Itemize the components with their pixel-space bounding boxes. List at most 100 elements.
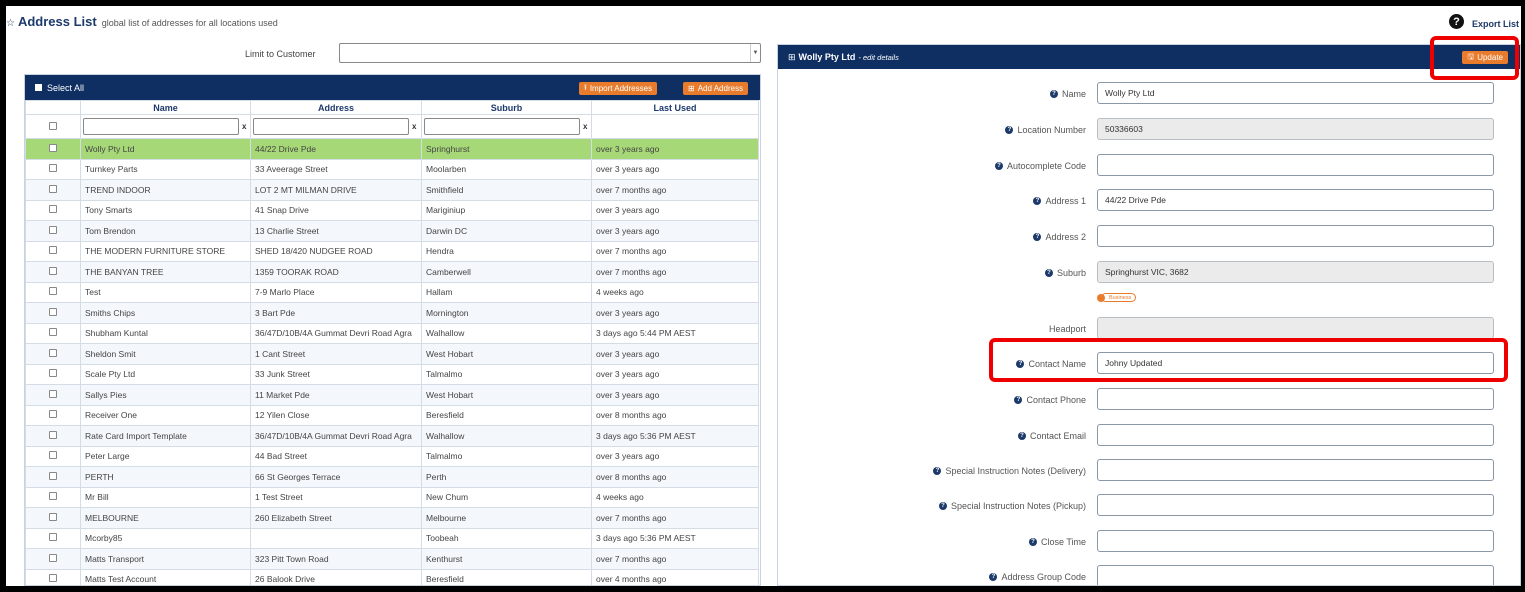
table-row[interactable]: THE MODERN FURNITURE STORE SHED 18/420 NU… — [25, 240, 759, 262]
contact-phone-input[interactable] — [1097, 388, 1494, 410]
special-instruction-notes-pickup-input[interactable] — [1097, 494, 1494, 516]
cell-address[interactable]: 13 Charlie Street — [250, 220, 422, 242]
help-icon[interactable]: ? — [1044, 269, 1053, 277]
cell-address[interactable] — [250, 527, 422, 549]
cell-address[interactable]: 7-9 Marlo Place — [250, 281, 422, 303]
help-icon[interactable]: ? — [1016, 360, 1025, 368]
help-icon[interactable]: ? — [989, 573, 998, 581]
row-checkbox[interactable] — [49, 389, 57, 398]
clear-name-filter-icon[interactable]: x — [242, 122, 246, 131]
row-checkbox[interactable] — [49, 143, 57, 152]
special-instruction-notes-delivery-input[interactable] — [1097, 459, 1494, 481]
cell-last-used[interactable]: 3 days ago 5:44 PM AEST — [591, 322, 759, 344]
cell-last-used[interactable]: over 7 months ago — [591, 240, 759, 262]
table-row[interactable]: THE BANYAN TREE 1359 TOORAK ROAD Camberwel… — [25, 261, 759, 283]
autocomplete-code-input[interactable] — [1097, 154, 1494, 176]
table-row[interactable]: Tony Smarts 41 Snap Drive Mariginiup over 3… — [25, 199, 759, 221]
table-row[interactable]: TREND INDOOR LOT 2 MT MILMAN DRIVE Smithfi… — [25, 179, 759, 201]
cell-name[interactable]: Shubham Kuntal — [80, 322, 251, 344]
row-checkbox[interactable] — [49, 533, 57, 542]
address-2-input[interactable] — [1097, 225, 1494, 247]
cell-suburb[interactable]: Darwin DC — [421, 220, 592, 242]
row-checkbox[interactable] — [49, 553, 57, 562]
cell-address[interactable]: 33 Aveerage Street — [250, 158, 422, 180]
cell-suburb[interactable]: Walhallow — [421, 322, 592, 344]
row-checkbox[interactable] — [49, 328, 57, 337]
table-row[interactable]: Mcorby85 Toobeah 3 days ago 5:36 PM AEST — [25, 527, 759, 549]
help-icon[interactable]: ? — [933, 467, 942, 475]
cell-name[interactable]: Scale Pty Ltd — [80, 363, 251, 385]
cell-last-used[interactable]: over 7 months ago — [591, 507, 759, 529]
contact-name-input[interactable]: Johny Updated — [1097, 352, 1494, 374]
cell-last-used[interactable]: 4 weeks ago — [591, 281, 759, 303]
help-icon[interactable]: ? — [938, 502, 947, 510]
help-icon[interactable]: ? — [1033, 197, 1042, 205]
column-header-address[interactable]: Address — [250, 100, 422, 115]
help-icon[interactable]: ? — [1014, 396, 1023, 404]
cell-suburb[interactable]: Walhallow — [421, 425, 592, 447]
cell-address[interactable]: SHED 18/420 NUDGEE ROAD — [250, 240, 422, 262]
cell-name[interactable]: MELBOURNE — [80, 507, 251, 529]
table-row[interactable]: Turnkey Parts 33 Aveerage Street Moolarben… — [25, 158, 759, 180]
cell-name[interactable]: Mr Bill — [80, 486, 251, 508]
cell-name[interactable]: THE BANYAN TREE — [80, 261, 251, 283]
cell-suburb[interactable]: Perth — [421, 466, 592, 488]
cell-name[interactable]: Turnkey Parts — [80, 158, 251, 180]
contact-email-input[interactable] — [1097, 424, 1494, 446]
table-row[interactable]: Peter Large 44 Bad Street Talmalmo over 3 y… — [25, 445, 759, 467]
row-checkbox[interactable] — [49, 307, 57, 316]
cell-name[interactable]: Matts Test Account — [80, 568, 251, 585]
export-list-label[interactable]: Export List — [1472, 19, 1519, 29]
help-icon[interactable]: ? — [1033, 233, 1042, 241]
cell-address[interactable]: 1 Cant Street — [250, 343, 422, 365]
cell-last-used[interactable]: over 8 months ago — [591, 404, 759, 426]
cell-address[interactable]: 36/47D/10B/4A Gummat Devri Road Agra — [250, 322, 422, 344]
cell-suburb[interactable]: Mornington — [421, 302, 592, 324]
name-input[interactable]: Wolly Pty Ltd — [1097, 82, 1494, 104]
column-header-suburb[interactable]: Suburb — [421, 100, 592, 115]
cell-last-used[interactable]: over 3 years ago — [591, 302, 759, 324]
table-row[interactable]: MELBOURNE 260 Elizabeth Street Melbourne ov… — [25, 507, 759, 529]
cell-suburb[interactable]: Camberwell — [421, 261, 592, 283]
cell-address[interactable]: 260 Elizabeth Street — [250, 507, 422, 529]
cell-last-used[interactable]: 4 weeks ago — [591, 486, 759, 508]
row-checkbox[interactable] — [49, 410, 57, 419]
select-all-label[interactable]: Select All — [47, 83, 84, 93]
help-icon[interactable]: ? — [994, 162, 1003, 170]
cell-last-used[interactable]: over 3 years ago — [591, 158, 759, 180]
cell-last-used[interactable]: over 7 months ago — [591, 548, 759, 570]
row-checkbox[interactable] — [49, 287, 57, 296]
help-icon[interactable]: ? — [1028, 538, 1037, 546]
cell-suburb[interactable]: Kenthurst — [421, 548, 592, 570]
help-icon[interactable]: ? — [1448, 14, 1464, 29]
cell-last-used[interactable]: over 7 months ago — [591, 261, 759, 283]
cell-name[interactable]: TREND INDOOR — [80, 179, 251, 201]
cell-name[interactable]: PERTH — [80, 466, 251, 488]
cell-suburb[interactable]: Hallam — [421, 281, 592, 303]
table-row[interactable]: Test 7-9 Marlo Place Hallam 4 weeks ago — [25, 281, 759, 303]
cell-last-used[interactable]: over 4 months ago — [591, 568, 759, 585]
cell-address[interactable]: 44/22 Drive Pde — [250, 138, 422, 160]
cell-address[interactable]: 3 Bart Pde — [250, 302, 422, 324]
row-checkbox[interactable] — [49, 471, 57, 480]
cell-name[interactable]: Tony Smarts — [80, 199, 251, 221]
table-row[interactable]: Sallys Pies 11 Market Pde West Hobart over … — [25, 384, 759, 406]
cell-address[interactable]: 1 Test Street — [250, 486, 422, 508]
table-row[interactable]: Mr Bill 1 Test Street New Chum 4 weeks ago — [25, 486, 759, 508]
toggle-knob[interactable] — [1097, 293, 1105, 302]
cell-name[interactable]: Rate Card Import Template — [80, 425, 251, 447]
cell-suburb[interactable]: West Hobart — [421, 384, 592, 406]
import-addresses-button[interactable]: ⭱ Import Addresses — [579, 82, 658, 95]
cell-last-used[interactable]: over 3 years ago — [591, 445, 759, 467]
cell-suburb[interactable]: West Hobart — [421, 343, 592, 365]
table-row[interactable]: Scale Pty Ltd 33 Junk Street Talmalmo over … — [25, 363, 759, 385]
close-time-input[interactable] — [1097, 530, 1494, 552]
address-group-code-input[interactable] — [1097, 565, 1494, 585]
cell-address[interactable]: 36/47D/10B/4A Gummat Devri Road Agra — [250, 425, 422, 447]
cell-name[interactable]: Mcorby85 — [80, 527, 251, 549]
row-checkbox[interactable] — [49, 574, 57, 583]
cell-suburb[interactable]: New Chum — [421, 486, 592, 508]
table-row[interactable]: Smiths Chips 3 Bart Pde Mornington over 3 y… — [25, 302, 759, 324]
cell-last-used[interactable]: over 3 years ago — [591, 199, 759, 221]
business-toggle[interactable]: Business — [1097, 293, 1137, 302]
